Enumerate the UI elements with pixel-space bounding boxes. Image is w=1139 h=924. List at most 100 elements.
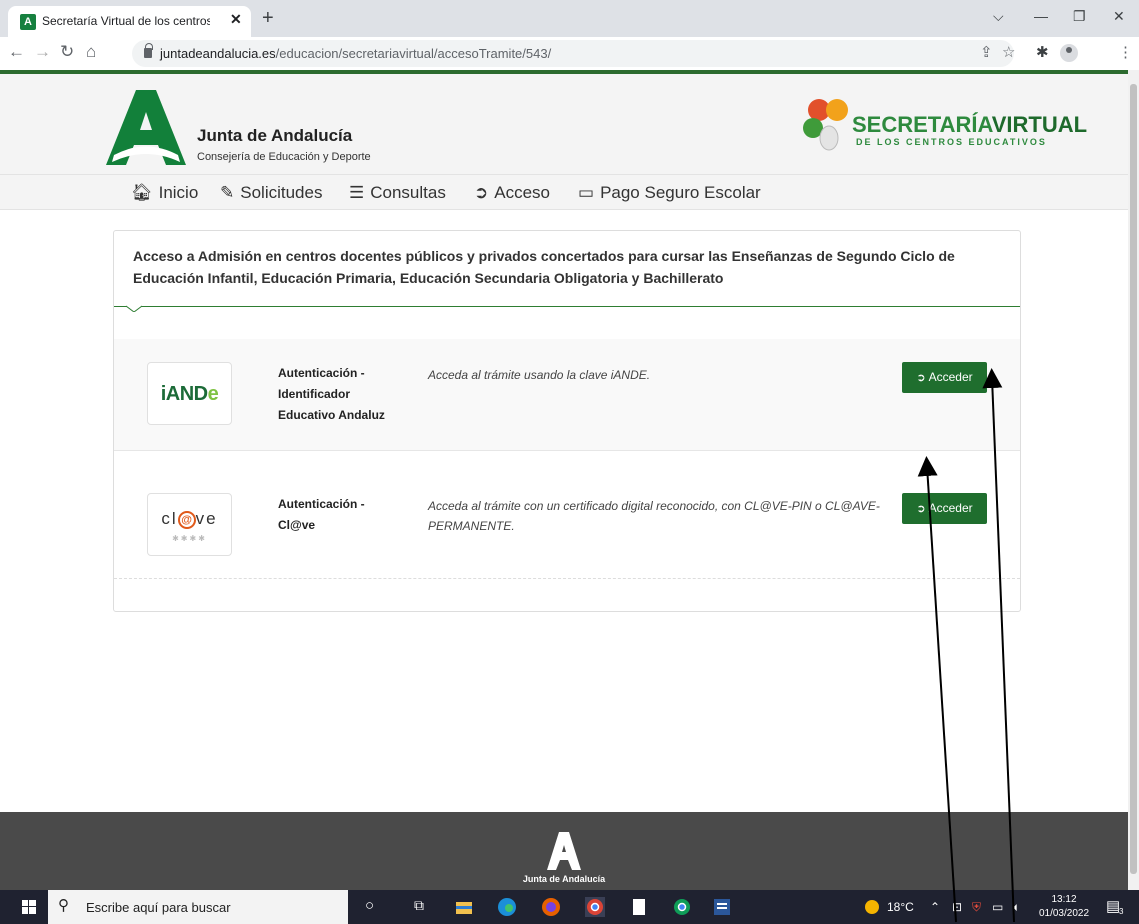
secretaria-virtual-logo-icon[interactable] [799,96,853,152]
menu-kebab-icon[interactable]: ⋮ [1118,43,1133,61]
search-placeholder: Escribe aquí para buscar [86,900,231,915]
new-tab-button[interactable]: + [262,7,274,30]
clave-logo-b: ve [195,509,218,528]
sv-title-b: VIRTUAL [991,112,1088,137]
notification-count: 3 [1119,907,1124,916]
auth-method-label: Autenticación - Identificador Educativo … [278,366,385,422]
clave-logo-a: cl [161,509,178,528]
word-icon[interactable] [712,897,732,917]
secretaria-virtual-subtitle: DE LOS CENTROS EDUCATIVOS [856,137,1047,147]
extensions-icon[interactable]: ✱ [1036,43,1049,61]
panel-separator [114,306,1020,307]
url-path: /educacion/secretariavirtual/accesoTrami… [275,46,552,61]
chrome-profile-icon[interactable] [672,897,692,917]
url-text[interactable]: juntadeandalucia.es/educacion/secretaria… [160,46,551,61]
task-view-icon[interactable]: ⧉ [414,897,434,917]
cortana-icon[interactable]: ○ [365,897,385,917]
auth-method-label: Autenticación - Cl@ve [278,497,365,532]
clave-logo-text: cl @ ve [148,509,231,529]
back-icon[interactable]: ← [8,42,25,62]
forward-icon[interactable]: → [34,42,51,62]
reload-icon[interactable]: ↻ [60,42,74,62]
nav-item-pago-seguro-escolar[interactable]: ▭ Pago Seguro Escolar [578,183,761,203]
junta-favicon-icon: A [20,14,36,30]
brand-name: Junta de Andalucía [197,126,353,145]
firefox-icon[interactable] [541,897,561,917]
nav-item-solicitudes[interactable]: ✎ Solicitudes [220,183,322,203]
junta-footer-logo-icon[interactable] [547,832,581,870]
browser-toolbar: ← → ↻ ⌂ juntadeandalucia.es/educacion/se… [0,37,1139,70]
acceder-clave-button[interactable]: ➲ Acceder [902,493,987,524]
pencil-icon: ✎ [220,183,235,202]
junta-andalucia-logo-icon[interactable] [106,90,186,165]
auth-row-clave: cl @ ve ✱✱✱✱ Autenticación - Cl@ve Acceda … [114,452,1020,579]
nav-label: Consultas [370,183,446,202]
auth-row-iande: iANDe Autenticación - Identificador Educ… [114,339,1020,451]
lock-icon[interactable] [144,43,153,58]
nav-item-acceso[interactable]: ➲ Acceso [474,183,550,203]
brand-subtitle: Consejería de Educación y Deporte [197,151,371,163]
weather-temp[interactable]: 18°C [887,900,914,914]
close-tab-icon[interactable]: ✕ [230,11,242,28]
share-icon[interactable]: ⇪ [980,43,993,61]
address-bar[interactable]: juntadeandalucia.es/educacion/secretaria… [132,40,1014,67]
volume-icon[interactable]: 🔈︎ [1013,900,1020,915]
windows-taskbar: ⚲ Escribe aquí para buscar ○ ⧉ 18°C ⌃ ⊡ … [0,890,1139,924]
scroll-thumb[interactable] [1130,84,1137,874]
taskbar-search[interactable]: ⚲ Escribe aquí para buscar [48,890,348,924]
nav-label: Pago Seguro Escolar [600,183,761,202]
sv-title-a: SECRETARÍA [852,112,992,137]
iande-logo-text: iANDe [148,383,231,406]
panel-title: Acceso a Admisión en centros docentes pú… [133,248,955,286]
weather-sun-icon[interactable] [865,900,879,914]
nav-label: Acceso [494,183,550,202]
profile-avatar-icon[interactable] [1060,44,1078,62]
button-label: Acceder [928,501,973,515]
clave-logo: cl @ ve ✱✱✱✱ [147,493,232,556]
auth-description: Acceda al trámite con un certificado dig… [428,499,880,533]
home-icon[interactable]: ⌂ [86,42,96,62]
clock-time: 13:12 [1051,894,1077,905]
page-scrollbar[interactable] [1128,70,1139,890]
main-nav: 🏠︎ Inicio ✎ Solicitudes ☰ Consultas ➲ Acceso… [0,174,1128,210]
restore-icon[interactable]: ❐ [1073,8,1086,25]
clave-at-icon: @ [177,511,196,529]
file-explorer-icon[interactable] [454,897,474,917]
site-footer: Junta de Andalucía [0,812,1128,890]
close-window-icon[interactable]: ✕ [1113,8,1125,25]
sign-in-icon: ➲ [916,503,926,515]
acceder-iande-button[interactable]: ➲ Acceder [902,362,987,393]
network-icon[interactable]: ▭ [992,900,1003,914]
web-page: Junta de Andalucía Consejería de Educaci… [0,70,1128,890]
secretaria-virtual-title: SECRETARÍAVIRTUAL [852,112,1087,138]
windows-start-icon[interactable] [22,900,36,914]
tray-security-icon[interactable]: ⛨ [972,900,981,915]
footer-label: Junta de Andalucía [522,874,606,884]
tray-app-icon[interactable]: ⊡ [952,900,962,914]
tab-title: Secretaría Virtual de los centros e [42,14,210,28]
chevron-down-icon[interactable]: ⌵ [993,8,1004,25]
minimize-icon[interactable]: — [1034,8,1048,24]
panel-notch-icon [126,305,142,312]
nav-item-consultas[interactable]: ☰ Consultas [349,183,446,203]
sign-in-icon: ➲ [474,183,489,202]
clock-date: 01/03/2022 [1038,908,1090,919]
url-host: juntadeandalucia.es [160,46,276,61]
bookmark-star-icon[interactable]: ☆ [1002,43,1015,61]
button-label: Acceder [928,370,973,384]
credit-card-icon: ▭ [578,183,595,202]
taskbar-clock[interactable]: 13:12 01/03/2022 [1036,893,1092,921]
home-icon: 🏠︎ [131,183,153,202]
tray-chevron-icon[interactable]: ⌃ [930,900,940,914]
nav-label: Solicitudes [240,183,323,202]
nav-item-inicio[interactable]: 🏠︎ Inicio [131,183,198,203]
edge-icon[interactable] [497,897,517,917]
auth-description: Acceda al trámite usando la clave iANDE. [428,368,651,382]
nav-label: Inicio [158,183,199,202]
chrome-icon[interactable] [585,897,605,917]
document-icon[interactable] [629,897,649,917]
iande-logo: iANDe [147,362,232,425]
iande-logo-b: e [207,383,219,405]
list-icon: ☰ [349,183,365,202]
browser-tab[interactable]: A Secretaría Virtual de los centros e ✕ [8,6,251,37]
